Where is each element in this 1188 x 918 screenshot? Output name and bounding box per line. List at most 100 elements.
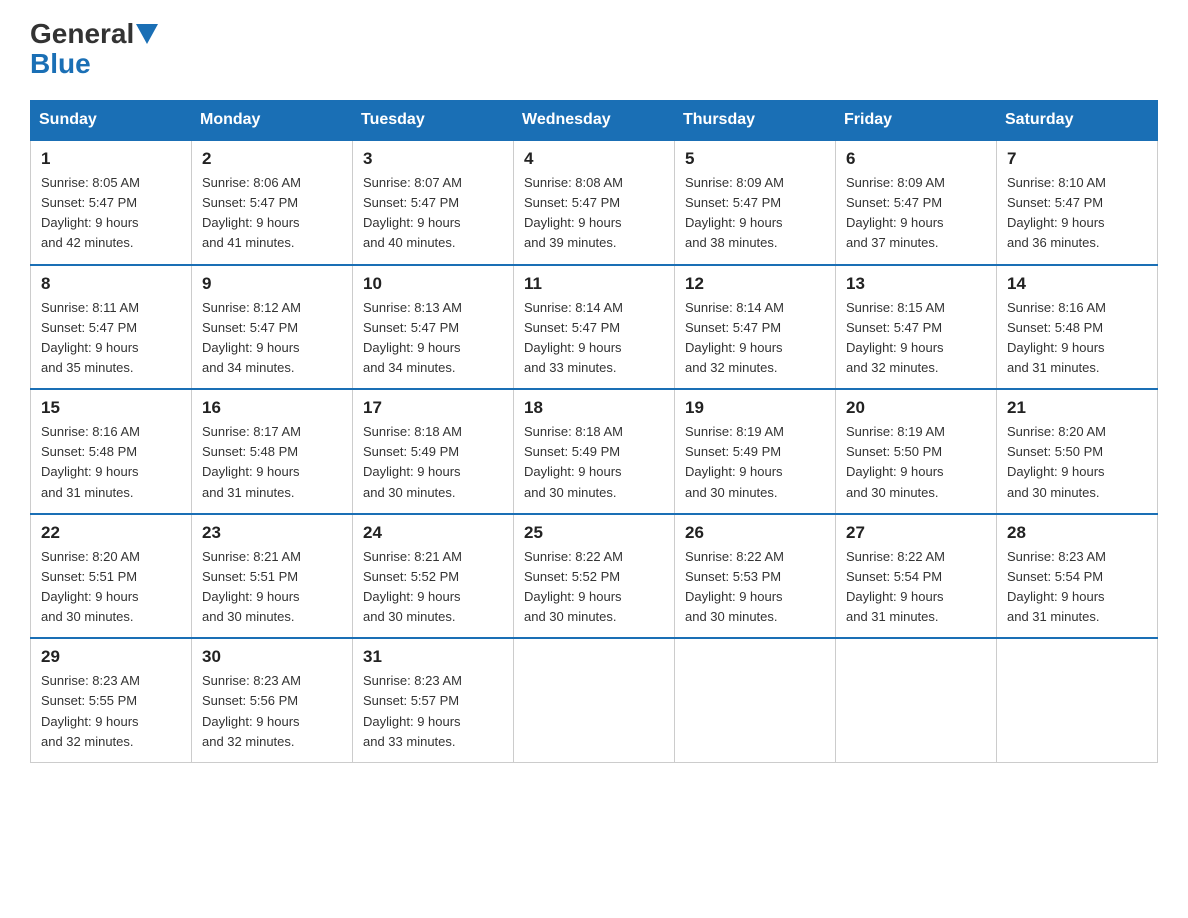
day-number: 19: [685, 398, 825, 418]
day-info: Sunrise: 8:22 AM Sunset: 5:52 PM Dayligh…: [524, 547, 664, 628]
day-number: 26: [685, 523, 825, 543]
calendar-cell: 25 Sunrise: 8:22 AM Sunset: 5:52 PM Dayl…: [514, 514, 675, 639]
calendar-cell: 19 Sunrise: 8:19 AM Sunset: 5:49 PM Dayl…: [675, 389, 836, 514]
calendar-cell: 14 Sunrise: 8:16 AM Sunset: 5:48 PM Dayl…: [997, 265, 1158, 390]
day-number: 30: [202, 647, 342, 667]
page-header: General Blue: [30, 20, 1158, 80]
calendar-week-row: 8 Sunrise: 8:11 AM Sunset: 5:47 PM Dayli…: [31, 265, 1158, 390]
day-number: 11: [524, 274, 664, 294]
day-info: Sunrise: 8:19 AM Sunset: 5:50 PM Dayligh…: [846, 422, 986, 503]
day-info: Sunrise: 8:18 AM Sunset: 5:49 PM Dayligh…: [524, 422, 664, 503]
weekday-header-friday: Friday: [836, 101, 997, 141]
day-number: 7: [1007, 149, 1147, 169]
calendar-cell: [836, 638, 997, 762]
day-number: 3: [363, 149, 503, 169]
day-info: Sunrise: 8:21 AM Sunset: 5:51 PM Dayligh…: [202, 547, 342, 628]
weekday-header-tuesday: Tuesday: [353, 101, 514, 141]
calendar-cell: 7 Sunrise: 8:10 AM Sunset: 5:47 PM Dayli…: [997, 140, 1158, 265]
day-info: Sunrise: 8:23 AM Sunset: 5:57 PM Dayligh…: [363, 671, 503, 752]
weekday-header-monday: Monday: [192, 101, 353, 141]
day-number: 21: [1007, 398, 1147, 418]
day-number: 29: [41, 647, 181, 667]
calendar-week-row: 15 Sunrise: 8:16 AM Sunset: 5:48 PM Dayl…: [31, 389, 1158, 514]
logo-triangle-icon: [136, 24, 158, 46]
weekday-header-wednesday: Wednesday: [514, 101, 675, 141]
calendar-cell: 4 Sunrise: 8:08 AM Sunset: 5:47 PM Dayli…: [514, 140, 675, 265]
calendar-cell: 20 Sunrise: 8:19 AM Sunset: 5:50 PM Dayl…: [836, 389, 997, 514]
calendar-cell: [514, 638, 675, 762]
day-number: 16: [202, 398, 342, 418]
day-number: 1: [41, 149, 181, 169]
calendar-cell: 29 Sunrise: 8:23 AM Sunset: 5:55 PM Dayl…: [31, 638, 192, 762]
calendar-cell: 12 Sunrise: 8:14 AM Sunset: 5:47 PM Dayl…: [675, 265, 836, 390]
calendar-header-row: SundayMondayTuesdayWednesdayThursdayFrid…: [31, 101, 1158, 141]
day-info: Sunrise: 8:18 AM Sunset: 5:49 PM Dayligh…: [363, 422, 503, 503]
day-info: Sunrise: 8:11 AM Sunset: 5:47 PM Dayligh…: [41, 298, 181, 379]
calendar-cell: 24 Sunrise: 8:21 AM Sunset: 5:52 PM Dayl…: [353, 514, 514, 639]
day-info: Sunrise: 8:14 AM Sunset: 5:47 PM Dayligh…: [685, 298, 825, 379]
day-info: Sunrise: 8:12 AM Sunset: 5:47 PM Dayligh…: [202, 298, 342, 379]
calendar-cell: 21 Sunrise: 8:20 AM Sunset: 5:50 PM Dayl…: [997, 389, 1158, 514]
calendar-cell: 31 Sunrise: 8:23 AM Sunset: 5:57 PM Dayl…: [353, 638, 514, 762]
day-info: Sunrise: 8:13 AM Sunset: 5:47 PM Dayligh…: [363, 298, 503, 379]
day-number: 9: [202, 274, 342, 294]
day-info: Sunrise: 8:16 AM Sunset: 5:48 PM Dayligh…: [41, 422, 181, 503]
day-info: Sunrise: 8:17 AM Sunset: 5:48 PM Dayligh…: [202, 422, 342, 503]
calendar-table: SundayMondayTuesdayWednesdayThursdayFrid…: [30, 100, 1158, 763]
calendar-cell: 5 Sunrise: 8:09 AM Sunset: 5:47 PM Dayli…: [675, 140, 836, 265]
day-number: 14: [1007, 274, 1147, 294]
calendar-cell: 27 Sunrise: 8:22 AM Sunset: 5:54 PM Dayl…: [836, 514, 997, 639]
day-info: Sunrise: 8:07 AM Sunset: 5:47 PM Dayligh…: [363, 173, 503, 254]
calendar-cell: 11 Sunrise: 8:14 AM Sunset: 5:47 PM Dayl…: [514, 265, 675, 390]
day-number: 17: [363, 398, 503, 418]
calendar-cell: 6 Sunrise: 8:09 AM Sunset: 5:47 PM Dayli…: [836, 140, 997, 265]
day-info: Sunrise: 8:23 AM Sunset: 5:55 PM Dayligh…: [41, 671, 181, 752]
day-info: Sunrise: 8:21 AM Sunset: 5:52 PM Dayligh…: [363, 547, 503, 628]
day-number: 4: [524, 149, 664, 169]
calendar-cell: [997, 638, 1158, 762]
calendar-cell: 16 Sunrise: 8:17 AM Sunset: 5:48 PM Dayl…: [192, 389, 353, 514]
logo: General Blue: [30, 20, 158, 80]
day-info: Sunrise: 8:09 AM Sunset: 5:47 PM Dayligh…: [685, 173, 825, 254]
day-number: 2: [202, 149, 342, 169]
day-info: Sunrise: 8:19 AM Sunset: 5:49 PM Dayligh…: [685, 422, 825, 503]
calendar-cell: 3 Sunrise: 8:07 AM Sunset: 5:47 PM Dayli…: [353, 140, 514, 265]
day-info: Sunrise: 8:10 AM Sunset: 5:47 PM Dayligh…: [1007, 173, 1147, 254]
day-number: 15: [41, 398, 181, 418]
calendar-cell: 9 Sunrise: 8:12 AM Sunset: 5:47 PM Dayli…: [192, 265, 353, 390]
day-number: 28: [1007, 523, 1147, 543]
day-number: 31: [363, 647, 503, 667]
day-info: Sunrise: 8:15 AM Sunset: 5:47 PM Dayligh…: [846, 298, 986, 379]
day-number: 13: [846, 274, 986, 294]
day-number: 24: [363, 523, 503, 543]
weekday-header-saturday: Saturday: [997, 101, 1158, 141]
calendar-cell: [675, 638, 836, 762]
logo-blue: Blue: [30, 48, 91, 80]
day-number: 18: [524, 398, 664, 418]
calendar-week-row: 22 Sunrise: 8:20 AM Sunset: 5:51 PM Dayl…: [31, 514, 1158, 639]
weekday-header-sunday: Sunday: [31, 101, 192, 141]
calendar-cell: 17 Sunrise: 8:18 AM Sunset: 5:49 PM Dayl…: [353, 389, 514, 514]
calendar-week-row: 1 Sunrise: 8:05 AM Sunset: 5:47 PM Dayli…: [31, 140, 1158, 265]
calendar-cell: 22 Sunrise: 8:20 AM Sunset: 5:51 PM Dayl…: [31, 514, 192, 639]
day-info: Sunrise: 8:22 AM Sunset: 5:54 PM Dayligh…: [846, 547, 986, 628]
day-number: 6: [846, 149, 986, 169]
calendar-cell: 2 Sunrise: 8:06 AM Sunset: 5:47 PM Dayli…: [192, 140, 353, 265]
day-number: 10: [363, 274, 503, 294]
calendar-cell: 8 Sunrise: 8:11 AM Sunset: 5:47 PM Dayli…: [31, 265, 192, 390]
calendar-week-row: 29 Sunrise: 8:23 AM Sunset: 5:55 PM Dayl…: [31, 638, 1158, 762]
day-info: Sunrise: 8:08 AM Sunset: 5:47 PM Dayligh…: [524, 173, 664, 254]
day-number: 25: [524, 523, 664, 543]
day-info: Sunrise: 8:20 AM Sunset: 5:50 PM Dayligh…: [1007, 422, 1147, 503]
calendar-cell: 30 Sunrise: 8:23 AM Sunset: 5:56 PM Dayl…: [192, 638, 353, 762]
calendar-cell: 23 Sunrise: 8:21 AM Sunset: 5:51 PM Dayl…: [192, 514, 353, 639]
calendar-cell: 15 Sunrise: 8:16 AM Sunset: 5:48 PM Dayl…: [31, 389, 192, 514]
calendar-cell: 28 Sunrise: 8:23 AM Sunset: 5:54 PM Dayl…: [997, 514, 1158, 639]
day-number: 8: [41, 274, 181, 294]
day-number: 22: [41, 523, 181, 543]
calendar-cell: 26 Sunrise: 8:22 AM Sunset: 5:53 PM Dayl…: [675, 514, 836, 639]
weekday-header-thursday: Thursday: [675, 101, 836, 141]
day-number: 5: [685, 149, 825, 169]
day-info: Sunrise: 8:14 AM Sunset: 5:47 PM Dayligh…: [524, 298, 664, 379]
day-info: Sunrise: 8:06 AM Sunset: 5:47 PM Dayligh…: [202, 173, 342, 254]
